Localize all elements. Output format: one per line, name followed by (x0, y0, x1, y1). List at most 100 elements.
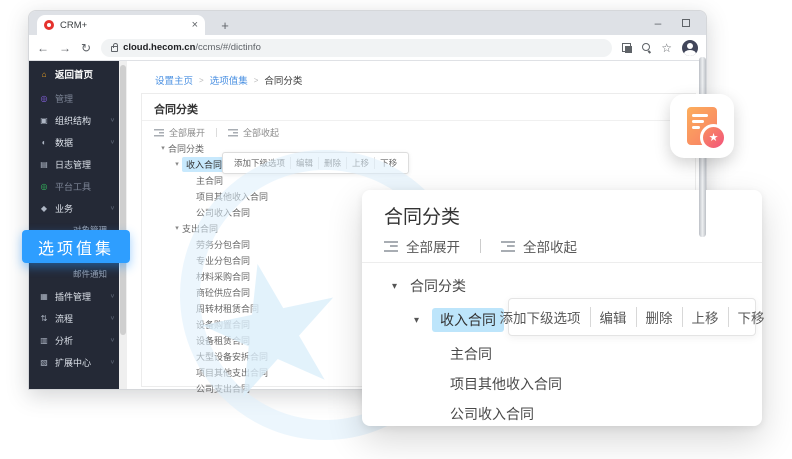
controls-divider (480, 239, 481, 253)
url-text: cloud.hecom.cn/ccms/#/dictinfo (123, 42, 261, 53)
window-restore-button[interactable] (672, 11, 700, 35)
url-path: /ccms/#/dictinfo (195, 42, 260, 53)
caret-down-icon[interactable]: ▾ (172, 160, 182, 168)
sidebar-item-label: 分析 (55, 334, 104, 347)
url-field[interactable]: cloud.hecom.cn/ccms/#/dictinfo (101, 39, 612, 57)
tree-item-label: 主合同 (450, 344, 492, 364)
overlay-tree-item[interactable]: 项目其他收入合同 (450, 372, 562, 396)
tree-item-label: 主合同 (196, 174, 223, 187)
sidebar-item-icon: ▦ (39, 292, 49, 301)
sidebar-item-icon: ◎ (39, 182, 49, 191)
sidebar-item-label: 插件管理 (55, 290, 104, 303)
overlay-page-title: 合同分类 (384, 202, 460, 229)
address-bar: ← → ↻ cloud.hecom.cn/ccms/#/dictinfo ☆ (29, 35, 706, 61)
tree-income-label-highlighted[interactable]: 收入合同 (182, 157, 226, 172)
sidebar-scrollbar[interactable] (119, 61, 127, 389)
sidebar-item[interactable]: ◎ 管理 (29, 87, 119, 109)
overlay-tree-item[interactable]: 公司收入合同 (450, 402, 534, 426)
tab-close-icon[interactable]: × (192, 20, 198, 31)
breadcrumb-separator: > (199, 76, 204, 85)
sidebar-item-icon: ◐ (39, 138, 49, 147)
sidebar-item-label: 管理 (55, 92, 109, 105)
breadcrumb-separator: > (254, 76, 259, 85)
overlay-tree-item[interactable]: 主合同 (450, 342, 492, 366)
sidebar-item[interactable]: ◎ 平台工具 (29, 175, 119, 197)
context-menu-item[interactable]: 删除 (636, 307, 682, 327)
sidebar-item[interactable]: ◆ 业务 ∨ (29, 197, 119, 219)
sidebar-item-label: 返回首页 (55, 67, 109, 81)
sidebar-item-icon: ▣ (39, 116, 49, 125)
chevron-down-icon: ∨ (110, 359, 115, 365)
caret-down-icon[interactable]: ▾ (414, 315, 432, 326)
tree-income-row[interactable]: ▾ 收入合同 添加下级选项编辑删除上移下移 (150, 156, 687, 172)
collapse-all-button[interactable]: 全部收起 (243, 126, 279, 139)
dict-feature-badge: ★ (670, 94, 734, 158)
sidebar-item-icon: ▤ (39, 160, 49, 169)
zoom-icon[interactable] (642, 43, 651, 52)
chevron-down-icon: ∨ (110, 293, 115, 299)
chevron-down-icon: ∨ (110, 117, 115, 123)
sidebar-item-label: 邮件通知 (73, 268, 109, 280)
caret-down-icon[interactable]: ▾ (172, 224, 182, 232)
sidebar-item[interactable]: ▥ 分析 ∨ (29, 329, 119, 351)
sidebar-item[interactable]: ▤ 日志管理 (29, 153, 119, 175)
chevron-down-icon: ∨ (110, 315, 115, 321)
sidebar-item-icon: ▥ (39, 336, 49, 345)
profile-avatar[interactable] (682, 40, 698, 56)
overlay-expand-all-button[interactable]: 全部展开 (406, 236, 460, 256)
tree-item-label: 项目其他收入合同 (450, 374, 562, 394)
sidebar-item-icon: ⌂ (39, 70, 49, 79)
sidebar-item[interactable]: ⌂ 返回首页 (29, 61, 119, 87)
collapse-all-icon (501, 241, 515, 252)
expand-all-button[interactable]: 全部展开 (169, 126, 205, 139)
sidebar-scrollbar-thumb[interactable] (120, 65, 126, 335)
chevron-down-icon: ∨ (110, 139, 115, 145)
context-menu-item[interactable]: 编辑 (590, 307, 636, 327)
tree-controls: 全部展开 全部收起 (154, 126, 279, 139)
sidebar-item[interactable]: 邮件通知 (29, 263, 119, 285)
sidebar-item-label: 流程 (55, 312, 104, 325)
forward-button[interactable]: → (59, 42, 71, 54)
chevron-down-icon: ∨ (110, 337, 115, 343)
sidebar-item[interactable]: ▧ 扩展中心 ∨ (29, 351, 119, 373)
back-button[interactable]: ← (37, 42, 49, 54)
sidebar-item[interactable]: ◐ 数据 ∨ (29, 131, 119, 153)
breadcrumb-dict-link[interactable]: 选项值集 (210, 73, 248, 87)
overlay-collapse-all-button[interactable]: 全部收起 (523, 236, 577, 256)
sidebar-item[interactable]: ▣ 组织结构 ∨ (29, 109, 119, 131)
sidebar-selected-callout[interactable]: 选项值集 (22, 230, 130, 263)
tree-root-label: 合同分类 (168, 142, 204, 155)
new-tab-button[interactable]: + (215, 15, 235, 35)
caret-down-icon[interactable]: ▾ (392, 281, 410, 292)
collapse-all-icon (228, 129, 238, 137)
sidebar-item[interactable]: ⇅ 流程 ∨ (29, 307, 119, 329)
controls-divider (216, 128, 217, 137)
translate-icon[interactable] (622, 43, 632, 53)
tab-strip: CRM+ × + – (29, 11, 706, 35)
overlay-tree-root-row[interactable]: ▾ 合同分类 (392, 274, 466, 298)
bookmark-star-icon[interactable]: ☆ (661, 42, 672, 54)
context-menu-item[interactable]: 上移 (682, 307, 728, 327)
sidebar-item-label: 扩展中心 (55, 356, 104, 369)
context-menu-item[interactable]: 添加下级选项 (491, 307, 590, 327)
tab-title: CRM+ (60, 20, 186, 31)
overlay-tree-root-label: 合同分类 (410, 276, 466, 296)
overlay-divider (362, 262, 762, 263)
context-menu-item[interactable]: 下移 (728, 307, 774, 327)
browser-tab[interactable]: CRM+ × (37, 15, 205, 35)
sidebar-list: ⌂ 返回首页 ◎ 管理 ▣ 组织结构 (29, 61, 119, 373)
page-title: 合同分类 (154, 101, 198, 117)
window-minimize-button[interactable]: – (644, 11, 672, 35)
sidebar-item-label: 数据 (55, 136, 104, 149)
sidebar-item-icon: ▧ (39, 358, 49, 367)
breadcrumb: 设置主页 > 选项值集 > 合同分类 (155, 73, 302, 87)
breadcrumb-home-link[interactable]: 设置主页 (155, 73, 193, 87)
reload-button[interactable]: ↻ (81, 42, 91, 54)
star-badge-icon: ★ (700, 124, 727, 151)
sidebar-item-label: 平台工具 (55, 180, 109, 193)
tree-item-label: 公司收入合同 (450, 404, 534, 424)
caret-down-icon[interactable]: ▾ (158, 144, 168, 152)
sidebar-item-label: 组织结构 (55, 114, 104, 127)
sidebar-item[interactable]: ▦ 插件管理 ∨ (29, 285, 119, 307)
overlay-tree-controls: 全部展开 全部收起 (384, 236, 577, 256)
